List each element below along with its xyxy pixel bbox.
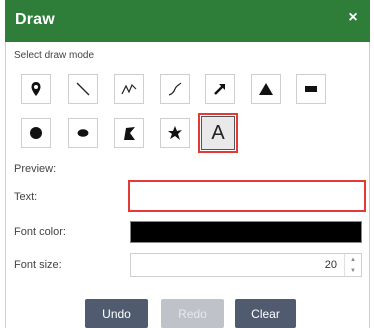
tool-text-button[interactable]: A [198,113,238,153]
triangle-icon [259,83,273,95]
circle-icon [30,127,42,139]
tool-rectangle-button[interactable] [296,74,326,104]
close-icon[interactable]: × [344,9,362,27]
clear-button[interactable]: Clear [235,299,296,328]
text-input[interactable] [128,180,366,212]
undo-button[interactable]: Undo [85,299,148,328]
decrement-arrow-icon[interactable]: ▼ [345,265,361,276]
tool-ellipse-button[interactable] [68,118,98,148]
text-icon: A [211,122,225,144]
tool-polyline-button[interactable] [114,74,144,104]
font-size-input[interactable]: 20 ▲ ▼ [130,253,362,277]
rectangle-icon [305,86,317,92]
preview-label: Preview: [14,163,57,175]
tool-circle-button[interactable] [21,118,51,148]
polyline-icon [121,83,137,95]
font-color-label: Font color: [14,226,66,238]
tool-freehand-polyline-button[interactable] [160,74,190,104]
tool-polygon-button[interactable] [114,118,144,148]
tool-point-button[interactable] [21,74,51,104]
polygon-icon [124,127,135,140]
line-icon [76,82,90,96]
pin-icon [31,82,41,96]
tool-arrow-button[interactable] [205,74,235,104]
tool-freehand-polygon-button[interactable] [160,118,190,148]
text-label: Text: [14,191,38,203]
font-color-swatch[interactable] [130,221,362,243]
freehand-polygon-icon [168,126,182,140]
tool-triangle-button[interactable] [251,74,281,104]
tool-line-button[interactable] [68,74,98,104]
dialog-title: Draw [15,11,55,28]
draw-mode-label: Select draw mode [14,50,95,61]
freehand-line-icon [168,82,182,96]
arrow-icon [214,84,225,95]
font-size-value: 20 [324,259,337,271]
redo-button[interactable]: Redo [161,299,224,328]
font-size-label: Font size: [14,259,62,271]
increment-arrow-icon[interactable]: ▲ [345,254,361,265]
dialog-titlebar: Draw × [5,0,370,42]
font-size-stepper[interactable]: ▲ ▼ [344,254,361,276]
ellipse-icon [77,129,89,137]
